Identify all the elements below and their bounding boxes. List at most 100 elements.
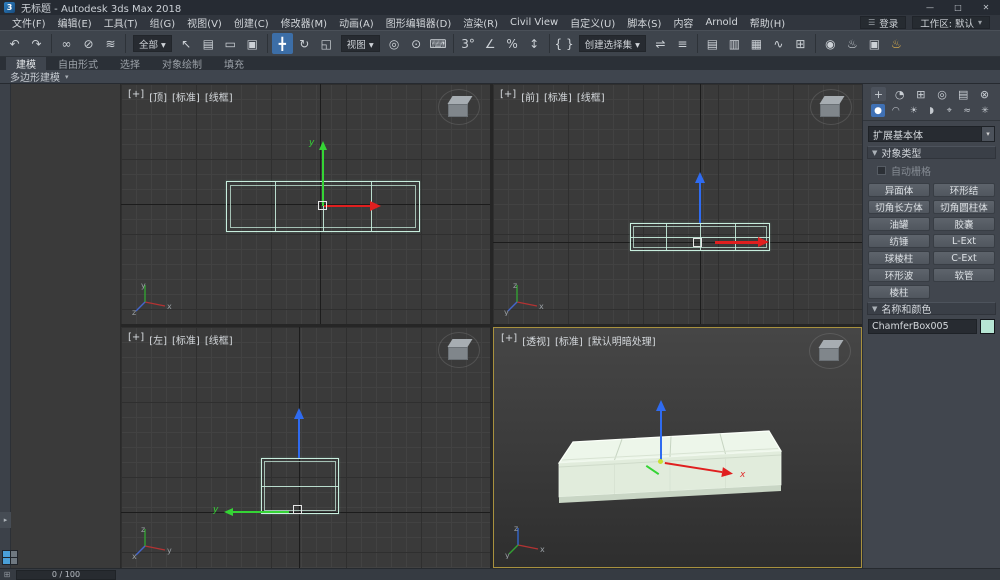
menu-item[interactable]: 动画(A) [333, 15, 380, 30]
render-production-icon[interactable]: ♨ [886, 33, 907, 54]
viewport-menu-button[interactable]: [+] [128, 89, 144, 104]
gizmo-x-axis[interactable] [715, 241, 758, 244]
separator[interactable] [267, 34, 268, 53]
separator[interactable] [453, 34, 454, 53]
object-type-button[interactable]: L-Ext [933, 234, 995, 248]
object-name-field[interactable]: ChamferBox005 [868, 319, 977, 334]
layer-explorer-icon[interactable]: ▥ [724, 33, 745, 54]
gizmo-y-axis[interactable] [233, 511, 289, 513]
keyboard-override-icon[interactable]: ⌨ [428, 33, 449, 54]
unlink-selection-icon[interactable]: ⊘ [78, 33, 99, 54]
select-and-manipulate-icon[interactable]: ⊙ [406, 33, 427, 54]
menu-item[interactable]: 视图(V) [181, 15, 228, 30]
viewport-menu-button[interactable]: [+] [501, 333, 517, 348]
create-tab-icon[interactable]: + [871, 87, 886, 101]
ribbon-tab[interactable]: 对象绘制 [152, 57, 212, 70]
autogrid-checkbox[interactable] [877, 166, 886, 175]
mirror-icon[interactable]: ⇌ [650, 33, 671, 54]
window-crossing-icon[interactable]: ▣ [242, 33, 263, 54]
menu-item[interactable]: 渲染(R) [457, 15, 504, 30]
viewport-standard-button[interactable]: [标准] [172, 332, 200, 347]
object-type-button[interactable]: 环形波 [868, 268, 930, 282]
sign-in-button[interactable]: ☰ 登录 [860, 16, 906, 29]
viewcube[interactable] [813, 336, 847, 366]
menu-item[interactable]: 编辑(E) [52, 15, 98, 30]
object-type-button[interactable]: 胶囊 [933, 217, 995, 231]
viewcube[interactable] [442, 92, 476, 122]
viewport-front[interactable]: [+] [前] [标准] [线框] [493, 84, 862, 324]
utilities-tab-icon[interactable]: ⊗ [977, 87, 992, 101]
maximize-button[interactable]: □ [944, 0, 972, 15]
object-type-button[interactable]: C-Ext [933, 251, 995, 265]
viewport-layout-tabs-icon[interactable] [2, 550, 18, 565]
select-and-rotate-icon[interactable]: ↻ [294, 33, 315, 54]
align-icon[interactable]: ≡ [672, 33, 693, 54]
select-and-scale-icon[interactable]: ◱ [316, 33, 337, 54]
curve-editor-icon[interactable]: ∿ [768, 33, 789, 54]
menu-item[interactable]: 图形编辑器(D) [380, 15, 458, 30]
gizmo-z-axis[interactable] [699, 183, 701, 223]
rendered-frame-window-icon[interactable]: ▣ [864, 33, 885, 54]
use-pivot-center-icon[interactable]: ◎ [384, 33, 405, 54]
object-type-button[interactable]: 软管 [933, 268, 995, 282]
time-slider-value[interactable]: 0 / 100 [16, 570, 116, 580]
gizmo-z-axis[interactable] [660, 411, 662, 461]
bind-to-space-warp-icon[interactable]: ≋ [100, 33, 121, 54]
menu-item[interactable]: 创建(C) [228, 15, 275, 30]
edit-named-selection-sets-icon[interactable]: { } [554, 33, 575, 54]
scene-explorer-icon[interactable]: ▤ [702, 33, 723, 54]
systems-category-icon[interactable]: ✳ [978, 104, 992, 117]
snaps-toggle-icon[interactable]: 3° [458, 33, 479, 54]
gizmo-z-arrow[interactable] [656, 400, 666, 411]
gizmo-center[interactable] [658, 459, 663, 464]
viewport-pov-button[interactable]: [左] [149, 332, 167, 347]
minimize-button[interactable]: — [916, 0, 944, 15]
viewport-shading-button[interactable]: [线框] [577, 89, 605, 104]
ribbon-tab[interactable]: 填充 [214, 57, 254, 70]
viewport-left[interactable]: [+] [左] [标准] [线框] y [121, 327, 490, 568]
gizmo-x-axis[interactable] [324, 205, 370, 207]
hierarchy-tab-icon[interactable]: ⊞ [913, 87, 928, 101]
viewport-shading-button[interactable]: [线框] [205, 89, 233, 104]
close-button[interactable]: ✕ [972, 0, 1000, 15]
gizmo-z-axis[interactable] [298, 419, 300, 458]
rectangular-selection-region-icon[interactable]: ▭ [220, 33, 241, 54]
polygon-modeling-panel[interactable]: 多边形建模 [10, 69, 60, 84]
angle-snap-icon[interactable]: ∠ [480, 33, 501, 54]
object-color-swatch[interactable] [980, 319, 995, 334]
menu-item[interactable]: 文件(F) [6, 15, 52, 30]
shapes-category-icon[interactable]: ◠ [889, 104, 903, 117]
cameras-category-icon[interactable]: ◗ [924, 104, 938, 117]
object-type-button[interactable]: 异面体 [868, 183, 930, 197]
viewport-shading-button[interactable]: [线框] [205, 332, 233, 347]
viewport-perspective[interactable]: [+] [透视] [标准] [默认明暗处理] [493, 327, 862, 568]
separator[interactable] [697, 34, 698, 53]
material-editor-icon[interactable]: ◉ [820, 33, 841, 54]
menu-item[interactable]: 组(G) [144, 15, 182, 30]
separator[interactable] [549, 34, 550, 53]
gizmo-x-arrow[interactable] [370, 201, 381, 211]
object-type-button[interactable]: 球棱柱 [868, 251, 930, 265]
selection-filter-dropdown[interactable]: 全部 ▾ [133, 35, 172, 52]
viewport-pov-button[interactable]: [前] [521, 89, 539, 104]
redo-icon[interactable]: ↷ [26, 33, 47, 54]
viewport-standard-button[interactable]: [标准] [544, 89, 572, 104]
viewport-menu-button[interactable]: [+] [500, 89, 516, 104]
render-setup-icon[interactable]: ♨ [842, 33, 863, 54]
select-and-move-icon[interactable]: ╋ [272, 33, 293, 54]
modify-tab-icon[interactable]: ◔ [892, 87, 907, 101]
geometry-category-icon[interactable]: ● [871, 104, 885, 117]
viewport-pov-button[interactable]: [透视] [522, 333, 550, 348]
gizmo-y-axis[interactable] [322, 150, 324, 206]
name-and-color-rollout[interactable]: ▼ 名称和颜色 [867, 302, 996, 315]
object-type-button[interactable]: 油罐 [868, 217, 930, 231]
helpers-category-icon[interactable]: ⌖ [942, 104, 956, 117]
viewport-shading-button[interactable]: [默认明暗处理] [588, 333, 656, 348]
motion-tab-icon[interactable]: ◎ [935, 87, 950, 101]
display-tab-icon[interactable]: ▤ [956, 87, 971, 101]
object-type-rollout[interactable]: ▼ 对象类型 [867, 146, 996, 159]
chamferbox-shaded[interactable] [529, 423, 789, 515]
viewport-standard-button[interactable]: [标准] [172, 89, 200, 104]
viewport-pov-button[interactable]: [顶] [149, 89, 167, 104]
reference-coordinate-dropdown[interactable]: 视图 ▾ [341, 35, 380, 52]
